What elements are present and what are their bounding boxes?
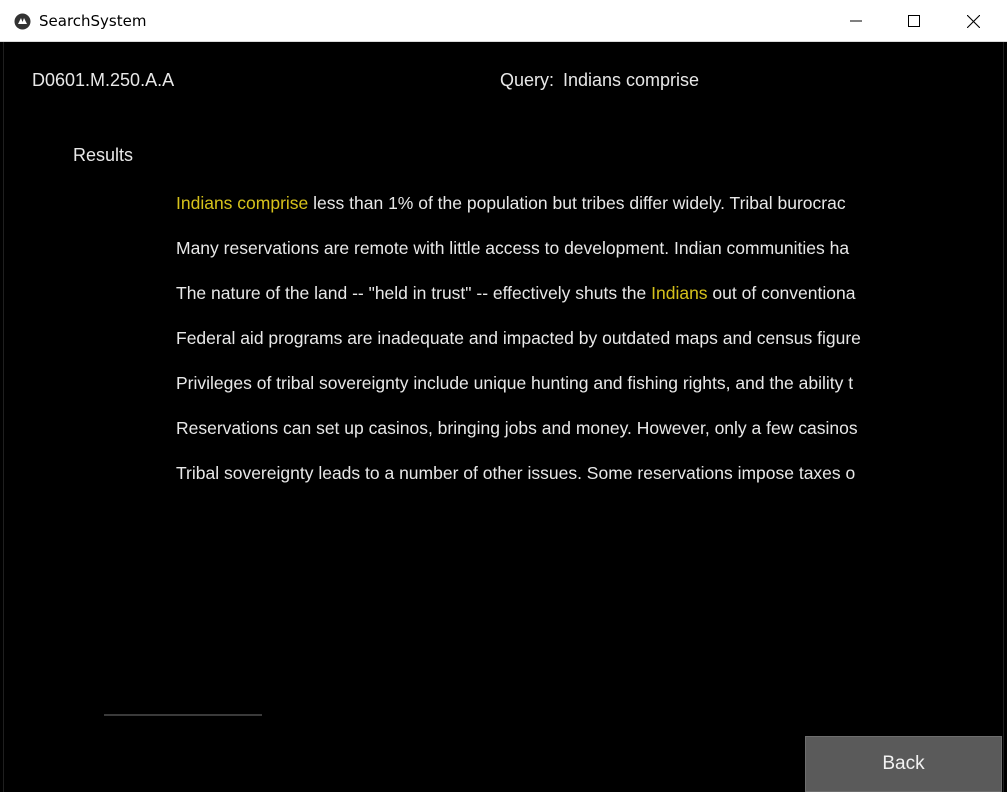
- result-line: Reservations can set up casinos, bringin…: [176, 417, 905, 462]
- result-text: Tribal sovereignty leads to a number of …: [176, 463, 856, 483]
- minimize-icon: [850, 20, 862, 22]
- result-text: less than 1% of the population but tribe…: [308, 193, 846, 213]
- close-icon: [966, 14, 980, 28]
- query-value: Indians comprise: [563, 70, 700, 90]
- results-list[interactable]: Indians comprise less than 1% of the pop…: [176, 192, 905, 507]
- result-line: Privileges of tribal sovereignty include…: [176, 372, 905, 417]
- title-bar: SearchSystem: [0, 0, 1007, 42]
- document-id: D0601.M.250.A.A: [32, 70, 175, 90]
- minimize-button[interactable]: [827, 0, 885, 42]
- result-text: The nature of the land -- "held in trust…: [176, 283, 652, 303]
- window-title: SearchSystem: [39, 12, 147, 30]
- result-line: The nature of the land -- "held in trust…: [176, 282, 905, 327]
- results-heading: Results: [73, 145, 134, 165]
- query-label: Query:: [500, 70, 555, 90]
- back-button[interactable]: Back: [805, 736, 1002, 792]
- close-button[interactable]: [944, 0, 1002, 42]
- result-text: Many reservations are remote with little…: [176, 238, 850, 258]
- maximize-button[interactable]: [885, 0, 943, 42]
- result-line: Many reservations are remote with little…: [176, 237, 905, 282]
- kivy-logo-icon: [14, 13, 31, 30]
- maximize-icon: [908, 15, 920, 27]
- result-text: out of conventiona: [707, 283, 856, 303]
- highlighted-term: Indians comprise: [176, 193, 309, 213]
- highlighted-term: Indians: [651, 283, 708, 303]
- result-text: Privileges of tribal sovereignty include…: [176, 373, 854, 393]
- app-content: D0601.M.250.A.A Query: Indians comprise …: [3, 42, 1004, 792]
- result-line: Tribal sovereignty leads to a number of …: [176, 462, 905, 507]
- result-line: Federal aid programs are inadequate and …: [176, 327, 905, 372]
- result-text: Reservations can set up casinos, bringin…: [176, 418, 858, 438]
- result-line: Indians comprise less than 1% of the pop…: [176, 192, 905, 237]
- divider: [104, 714, 262, 716]
- result-text: Federal aid programs are inadequate and …: [176, 328, 861, 348]
